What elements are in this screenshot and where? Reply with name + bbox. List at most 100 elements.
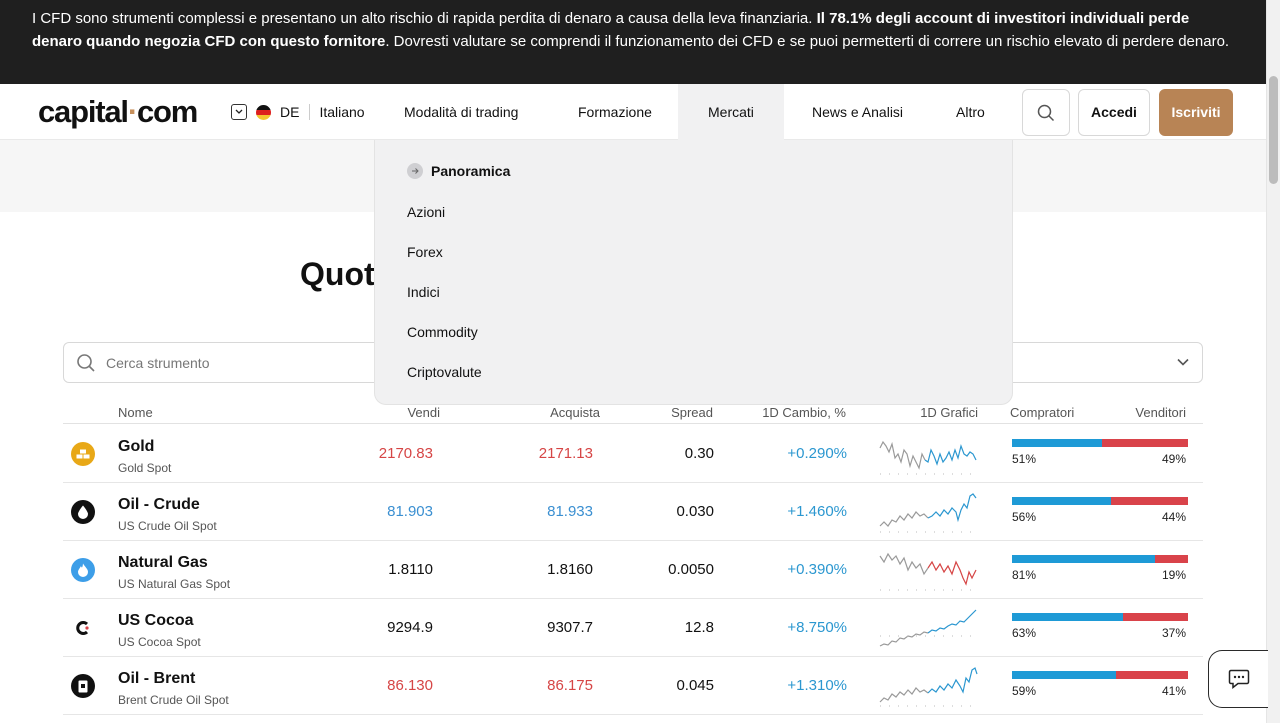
change-value: +0.390% (787, 561, 847, 578)
country-code: DE (280, 104, 300, 120)
buyers-bar (1012, 671, 1116, 679)
instrument-subtitle: US Natural Gas Spot (118, 577, 231, 591)
sell-price[interactable]: 81.903 (387, 503, 433, 520)
arrow-right-icon (407, 163, 423, 179)
page-title: Quot (300, 256, 375, 292)
buyers-percent: 81% (1012, 568, 1037, 582)
oil-drop-icon (71, 500, 95, 524)
table-header: Nome Vendi Acquista Spread 1D Cambio, % … (63, 402, 1203, 424)
menu-item-overview-label: Panoramica (431, 163, 511, 179)
buy-price[interactable]: 9307.7 (547, 619, 593, 636)
buy-price[interactable]: 2171.13 (539, 445, 593, 462)
buyers-bar (1012, 613, 1123, 621)
instrument-subtitle: Brent Crude Oil Spot (118, 693, 229, 707)
sell-price[interactable]: 9294.9 (387, 619, 433, 636)
col-sell[interactable]: Vendi (407, 405, 440, 420)
table-row[interactable]: Oil - Brent Brent Crude Oil Spot 86.130 … (63, 657, 1203, 715)
search-icon (77, 354, 95, 372)
capital-com-logo[interactable]: capital·com (38, 96, 198, 128)
sellers-bar (1101, 439, 1188, 447)
sellers-percent: 41% (1161, 684, 1186, 698)
col-change[interactable]: 1D Cambio, % (762, 405, 846, 420)
risk-warning-banner: I CFD sono strumenti complessi e present… (0, 0, 1266, 84)
menu-item-crypto[interactable]: Criptovalute (407, 364, 482, 380)
nav-more[interactable]: Altro (956, 84, 985, 140)
chevron-down-icon[interactable] (1176, 355, 1190, 369)
page-scrollbar[interactable] (1266, 0, 1280, 723)
region-language-selector[interactable]: DE Italiano (231, 104, 365, 120)
search-input[interactable] (106, 352, 406, 374)
page: I CFD sono strumenti complessi e present… (0, 0, 1280, 723)
sparkline-chart (879, 493, 978, 533)
change-value: +0.290% (787, 445, 847, 462)
search-icon (1037, 104, 1055, 121)
divider (309, 104, 311, 120)
language-label: Italiano (319, 104, 365, 120)
oil-barrel-icon (71, 674, 95, 698)
sparkline-chart (879, 609, 978, 647)
sellers-bar (1154, 555, 1188, 563)
instrument-subtitle: Gold Spot (118, 461, 172, 475)
buyers-bar (1012, 439, 1102, 447)
sentiment-bar (1012, 497, 1188, 505)
chat-support-button[interactable] (1208, 650, 1268, 708)
col-name[interactable]: Nome (118, 405, 153, 420)
menu-item-stocks[interactable]: Azioni (407, 204, 445, 220)
instrument-name[interactable]: US Cocoa (118, 612, 194, 630)
sparkline-chart (879, 440, 978, 475)
nav-news-analysis[interactable]: News e Analisi (812, 84, 903, 140)
cocoa-icon (71, 616, 95, 640)
gas-flame-icon (71, 558, 95, 582)
menu-item-forex[interactable]: Forex (407, 244, 443, 260)
change-value: +8.750% (787, 619, 847, 636)
gold-bars-icon (71, 442, 95, 466)
main-navbar: capital·com DE Italiano Modalità di trad… (0, 84, 1266, 140)
risk-text-1: I CFD sono strumenti complessi e present… (32, 10, 813, 27)
menu-item-commodities[interactable]: Commodity (407, 324, 478, 340)
col-buy[interactable]: Acquista (550, 405, 600, 420)
table-row[interactable]: Natural Gas US Natural Gas Spot 1.8110 1… (63, 541, 1203, 599)
table-row[interactable]: US Cocoa US Cocoa Spot 9294.9 9307.7 12.… (63, 599, 1203, 657)
instrument-name[interactable]: Oil - Brent (118, 670, 195, 688)
sellers-percent: 49% (1161, 452, 1186, 466)
spread-value: 0.030 (676, 503, 714, 520)
spread-value: 0.30 (684, 445, 714, 462)
buy-price[interactable]: 1.8160 (547, 561, 593, 578)
sell-price[interactable]: 86.130 (387, 677, 433, 694)
sparkline-chart (879, 552, 978, 591)
col-spread[interactable]: Spread (671, 405, 713, 420)
instrument-name[interactable]: Gold (118, 438, 154, 456)
buyers-percent: 51% (1012, 452, 1037, 466)
sellers-percent: 44% (1161, 510, 1186, 524)
signup-button[interactable]: Iscriviti (1159, 89, 1233, 136)
sell-price[interactable]: 2170.83 (379, 445, 433, 462)
instrument-subtitle: US Crude Oil Spot (118, 519, 217, 533)
sparkline-chart (879, 667, 978, 707)
menu-item-indices[interactable]: Indici (407, 284, 440, 300)
buy-price[interactable]: 81.933 (547, 503, 593, 520)
instrument-name[interactable]: Natural Gas (118, 554, 208, 572)
risk-text-2: . Dovresti valutare se comprendi il funz… (385, 32, 1230, 50)
nav-trading-modes[interactable]: Modalità di trading (404, 84, 518, 140)
instrument-name[interactable]: Oil - Crude (118, 496, 200, 514)
table-row[interactable]: Oil - Crude US Crude Oil Spot 81.903 81.… (63, 483, 1203, 541)
sentiment-bar (1012, 613, 1188, 621)
change-value: +1.310% (787, 677, 847, 694)
scrollbar-thumb[interactable] (1269, 76, 1278, 184)
login-button[interactable]: Accedi (1078, 89, 1150, 136)
sell-price[interactable]: 1.8110 (388, 561, 433, 578)
sellers-percent: 19% (1161, 568, 1186, 582)
sellers-bar (1122, 613, 1188, 621)
markets-dropdown-menu: Panoramica Azioni Forex Indici Commodity… (374, 140, 1013, 405)
nav-markets[interactable]: Mercati (678, 84, 784, 140)
table-row[interactable]: Gold Gold Spot 2170.83 2171.13 0.30 +0.2… (63, 425, 1203, 483)
sellers-bar (1110, 497, 1188, 505)
nav-education[interactable]: Formazione (578, 84, 652, 140)
germany-flag-icon (256, 104, 271, 120)
menu-item-overview[interactable]: Panoramica (407, 163, 510, 179)
buy-price[interactable]: 86.175 (547, 677, 593, 694)
spread-value: 12.8 (684, 619, 714, 636)
buyers-percent: 63% (1012, 626, 1037, 640)
header-search-button[interactable] (1022, 89, 1070, 136)
col-chart: 1D Grafici (920, 405, 978, 420)
